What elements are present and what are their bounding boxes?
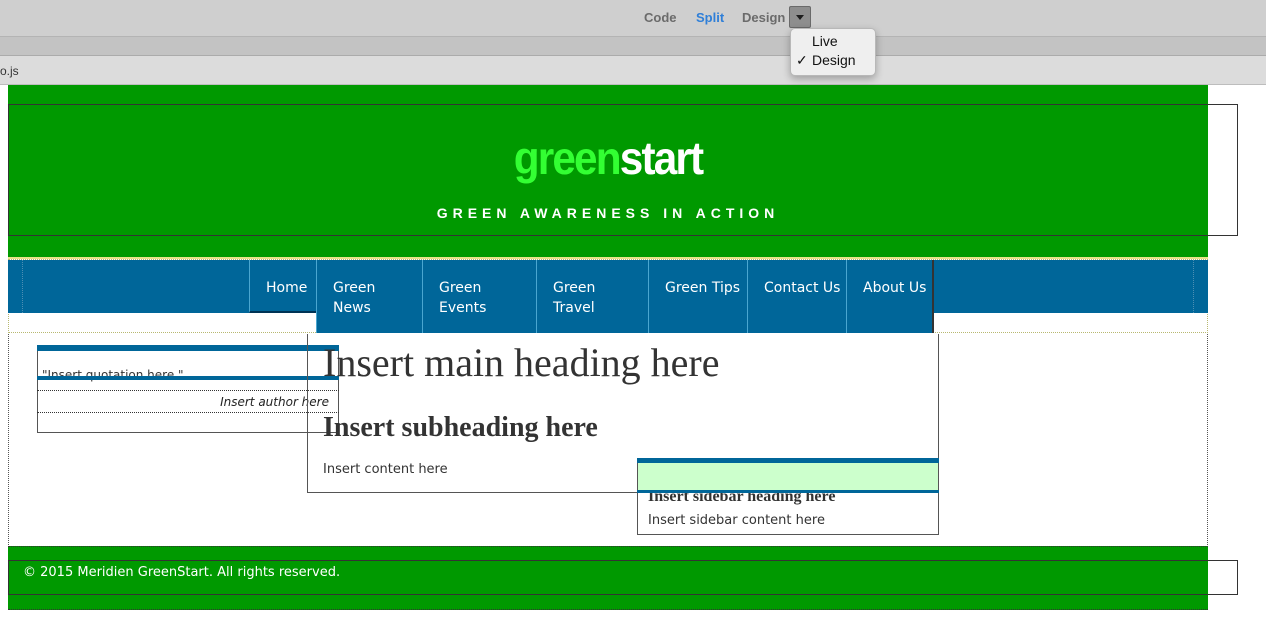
nav-item-label: Contact Us	[764, 280, 841, 296]
checkmark-icon: ✓	[796, 52, 808, 68]
nav-item-label: Green Travel	[553, 280, 596, 316]
nav-item-contact-us[interactable]: Contact Us	[747, 260, 847, 333]
main-heading[interactable]: Insert main heading here	[323, 339, 720, 386]
document-tab-bar: o.js	[0, 56, 1266, 85]
sidebar-divider	[637, 490, 939, 493]
nav-item-green-news[interactable]: Green News	[316, 260, 423, 333]
quotation-divider	[37, 376, 339, 380]
menu-item-live[interactable]: Live	[791, 32, 875, 51]
author-box[interactable]: Insert author here	[37, 390, 339, 413]
sub-heading[interactable]: Insert subheading here	[323, 412, 598, 444]
quotation-top-border	[37, 345, 339, 351]
quotation-box[interactable]	[37, 345, 339, 433]
menu-item-design[interactable]: ✓ Design	[791, 51, 875, 70]
design-view-button[interactable]: Design	[742, 10, 785, 25]
related-file-tab[interactable]: o.js	[0, 64, 19, 78]
view-toolbar: Code Split Design	[0, 0, 1266, 37]
nav-item-label: Green News	[333, 280, 376, 316]
chevron-down-icon	[796, 15, 804, 20]
sidebar-content-text[interactable]: Insert sidebar content here	[648, 513, 825, 528]
related-files-bar	[0, 37, 1266, 56]
header-guide-outline	[8, 104, 1238, 236]
design-canvas[interactable]: greenstart GREEN AWARENESS IN ACTION Hom…	[0, 85, 1266, 632]
split-view-button[interactable]: Split	[696, 10, 724, 25]
nav-item-label: Green Tips	[665, 280, 741, 296]
view-mode-dropdown-button[interactable]	[789, 6, 811, 28]
code-view-button[interactable]: Code	[644, 10, 677, 25]
main-content-text[interactable]: Insert content here	[323, 462, 448, 477]
footer-copyright[interactable]: © 2015 Meridien GreenStart. All rights r…	[23, 565, 340, 580]
nav-end-divider	[932, 260, 934, 333]
view-mode-menu: Live ✓ Design	[790, 28, 876, 76]
nav-item-label: About Us	[863, 280, 927, 296]
menu-item-label: Live	[812, 33, 838, 49]
nav-item-label: Green Events	[439, 280, 487, 316]
nav-item-green-travel[interactable]: Green Travel	[536, 260, 649, 333]
nav-item-home[interactable]: Home	[249, 260, 317, 313]
menu-item-label: Design	[812, 52, 856, 68]
nav-item-green-events[interactable]: Green Events	[422, 260, 537, 333]
nav-item-about-us[interactable]: About Us	[846, 260, 932, 333]
sidebar-image-placeholder	[638, 463, 938, 490]
nav-item-green-tips[interactable]: Green Tips	[648, 260, 748, 333]
